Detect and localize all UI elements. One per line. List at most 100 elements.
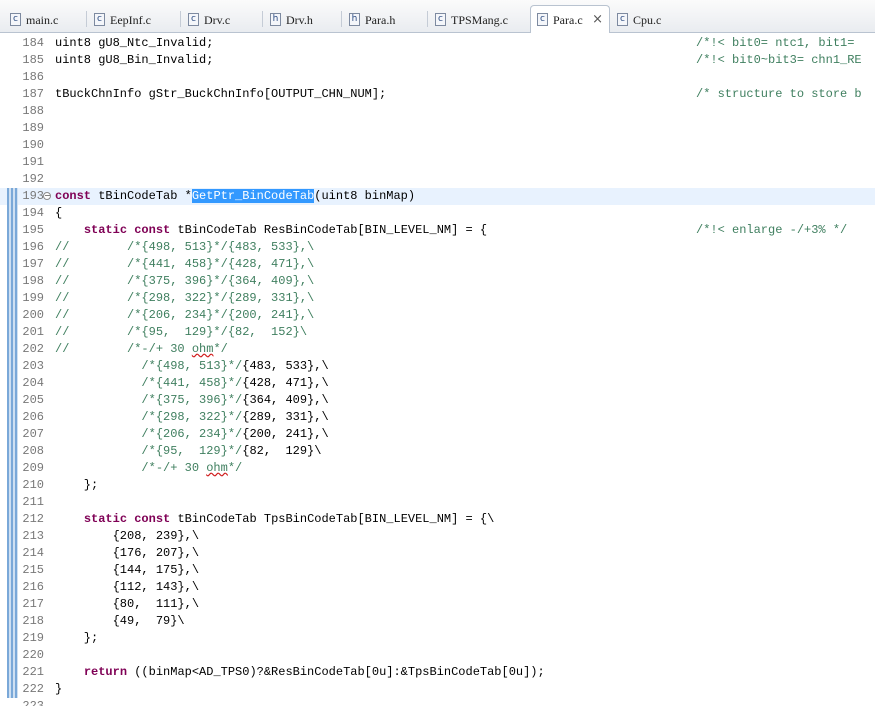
code-line[interactable]: 210 }; <box>0 477 875 494</box>
code-line[interactable]: 189 <box>0 120 875 137</box>
line-number: 217 <box>22 597 44 611</box>
fold-toggle-icon[interactable]: − <box>43 192 51 200</box>
trailing-comment: /*!< bit0~bit3= chn1_RE <box>696 53 862 67</box>
close-tab-icon[interactable]: × <box>592 6 603 34</box>
code-line[interactable]: 209 /*-/+ 30 ohm*/ <box>0 460 875 477</box>
tab-drv-c[interactable]: c Drv.c <box>182 8 260 32</box>
code-text: // /*{441, 458}*/{428, 471},\ <box>55 257 315 271</box>
code-text: {176, 207},\ <box>55 546 200 560</box>
code-line[interactable]: 192 <box>0 171 875 188</box>
code-line[interactable]: 199 // /*{298, 322}*/{289, 331},\ <box>0 290 875 307</box>
tab-para-c[interactable]: c Para.c × <box>530 5 610 33</box>
code-text: }; <box>55 478 99 492</box>
code-line[interactable]: 202 // /*-/+ 30 ohm*/ <box>0 341 875 358</box>
change-marker <box>7 239 18 256</box>
code-line[interactable]: 222} <box>0 681 875 698</box>
tab-para-h[interactable]: h Para.h <box>343 8 425 32</box>
line-number: 214 <box>22 546 44 560</box>
code-text: // /*{298, 322}*/{289, 331},\ <box>55 291 315 305</box>
change-marker <box>7 375 18 392</box>
line-number: 218 <box>22 614 44 628</box>
tab-label: Drv.c <box>204 13 231 27</box>
trailing-comment: /*!< enlarge -/+3% */ <box>696 223 848 237</box>
code-line[interactable]: 216 {112, 143},\ <box>0 579 875 596</box>
code-line[interactable]: 217 {80, 111},\ <box>0 596 875 613</box>
code-text: static const tBinCodeTab ResBinCodeTab[B… <box>83 223 488 237</box>
tab-main-c[interactable]: c main.c <box>4 8 84 32</box>
code-line[interactable]: 223 <box>0 698 875 706</box>
change-marker <box>7 664 18 681</box>
code-line[interactable]: 215 {144, 175},\ <box>0 562 875 579</box>
c-source-file-icon: c <box>435 13 446 26</box>
code-line[interactable]: 190 <box>0 137 875 154</box>
code-editor[interactable]: 184 uint8 gU8_Ntc_Invalid; /*!< bit0= ntc1… <box>0 33 875 706</box>
change-marker <box>7 341 18 358</box>
code-line[interactable]: 204 /*{441, 458}*/{428, 471},\ <box>0 375 875 392</box>
change-marker <box>7 596 18 613</box>
change-marker <box>7 562 18 579</box>
code-line[interactable]: 220 <box>0 647 875 664</box>
code-line[interactable]: 211 <box>0 494 875 511</box>
c-source-file-icon: c <box>617 13 628 26</box>
code-line[interactable]: 200 // /*{206, 234}*/{200, 241},\ <box>0 307 875 324</box>
code-line[interactable]: 221 return ((binMap<AD_TPS0)?&ResBinCode… <box>0 664 875 681</box>
code-line[interactable]: 194 { <box>0 205 875 222</box>
line-number: 208 <box>22 444 44 458</box>
code-line[interactable]: 201 // /*{95, 129}*/{82, 152}\ <box>0 324 875 341</box>
change-marker <box>7 477 18 494</box>
code-text: {144, 175},\ <box>55 563 200 577</box>
tab-eepinf-c[interactable]: c EepInf.c <box>88 8 178 32</box>
code-line[interactable]: 203 /*{498, 513}*/{483, 533},\ <box>0 358 875 375</box>
change-marker <box>7 460 18 477</box>
code-line[interactable]: 205 /*{375, 396}*/{364, 409},\ <box>0 392 875 409</box>
code-text: /*{498, 513}*/{483, 533},\ <box>141 359 329 373</box>
line-number: 188 <box>22 104 44 118</box>
line-number: 190 <box>22 138 44 152</box>
line-number: 194 <box>22 206 44 220</box>
code-line[interactable]: 187 tBuckChnInfo gStr_BuckChnInfo[OUTPUT_… <box>0 86 875 103</box>
tab-separator <box>262 11 263 27</box>
code-line[interactable]: 191 <box>0 154 875 171</box>
code-text: } <box>55 682 63 696</box>
change-marker <box>7 613 18 630</box>
change-marker <box>7 290 18 307</box>
code-line[interactable]: 198 // /*{375, 396}*/{364, 409},\ <box>0 273 875 290</box>
code-line[interactable]: 214 {176, 207},\ <box>0 545 875 562</box>
change-marker <box>7 256 18 273</box>
code-line[interactable]: 197 // /*{441, 458}*/{428, 471},\ <box>0 256 875 273</box>
code-line[interactable]: 195 static const tBinCodeTab ResBinCodeT… <box>0 222 875 239</box>
line-number: 216 <box>22 580 44 594</box>
trailing-comment: /* structure to store b <box>696 87 862 101</box>
code-line[interactable]: 212 static const tBinCodeTab TpsBinCodeT… <box>0 511 875 528</box>
line-number: 186 <box>22 70 44 84</box>
tab-tpsmang-c[interactable]: c TPSMang.c <box>429 8 525 32</box>
tab-drv-h[interactable]: h Drv.h <box>264 8 339 32</box>
tab-cpu-c[interactable]: c Cpu.c <box>611 8 681 32</box>
change-marker <box>7 545 18 562</box>
tab-label: Drv.h <box>286 13 313 27</box>
line-number: 196 <box>22 240 44 254</box>
change-marker <box>7 681 18 698</box>
line-number: 184 <box>22 36 44 50</box>
code-line[interactable]: 185 uint8 gU8_Bin_Invalid; /*!< bit0~bit3=… <box>0 52 875 69</box>
code-line[interactable]: 208 /*{95, 129}*/{82, 129}\ <box>0 443 875 460</box>
code-line[interactable]: 207 /*{206, 234}*/{200, 241},\ <box>0 426 875 443</box>
line-number: 198 <box>22 274 44 288</box>
code-line[interactable]: 219 }; <box>0 630 875 647</box>
code-line[interactable]: 193− const tBinCodeTab *GetPtr_BinCodeTab… <box>0 188 875 205</box>
code-line[interactable]: 188 <box>0 103 875 120</box>
code-line[interactable]: 206 /*{298, 322}*/{289, 331},\ <box>0 409 875 426</box>
code-text: return ((binMap<AD_TPS0)?&ResBinCodeTab[… <box>83 665 545 679</box>
tab-label: Cpu.c <box>633 13 662 27</box>
code-line[interactable]: 213 {208, 239},\ <box>0 528 875 545</box>
code-text: // /*-/+ 30 ohm*/ <box>55 342 228 356</box>
header-file-icon: h <box>349 13 360 26</box>
code-line[interactable]: 218 {49, 79}\ <box>0 613 875 630</box>
change-marker <box>7 358 18 375</box>
code-line[interactable]: 186 <box>0 69 875 86</box>
code-line[interactable]: 196 // /*{498, 513}*/{483, 533},\ <box>0 239 875 256</box>
line-number: 219 <box>22 631 44 645</box>
tab-label: TPSMang.c <box>451 13 508 27</box>
tab-label: Para.h <box>365 13 396 27</box>
code-line[interactable]: 184 uint8 gU8_Ntc_Invalid; /*!< bit0= ntc1… <box>0 35 875 52</box>
